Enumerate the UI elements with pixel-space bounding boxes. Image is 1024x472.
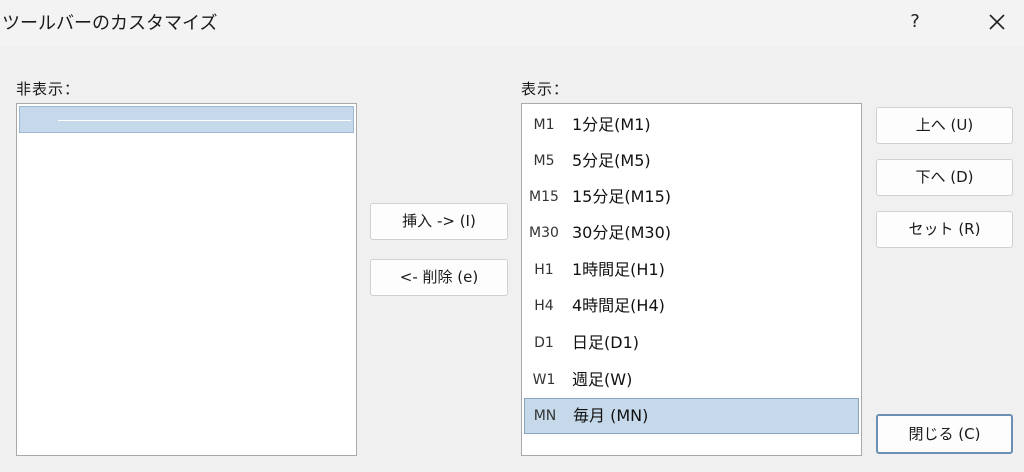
- timeframe-icon: M15: [529, 189, 559, 205]
- help-button[interactable]: ?: [898, 6, 932, 38]
- separator-line: [58, 120, 351, 121]
- hidden-items-list[interactable]: [16, 103, 357, 456]
- close-icon: [989, 14, 1005, 30]
- list-item[interactable]: H1 1時間足(H1): [524, 252, 859, 288]
- list-item-separator[interactable]: [19, 106, 354, 133]
- timeframe-icon: H1: [534, 262, 554, 278]
- timeframe-icon: M5: [533, 153, 555, 169]
- close-window-button[interactable]: [980, 6, 1014, 38]
- timeframe-icon: MN: [533, 408, 557, 424]
- timeframe-icon: M1: [533, 117, 555, 133]
- list-item[interactable]: M5 5分足(M5): [524, 143, 859, 179]
- list-item[interactable]: D1 日足(D1): [524, 325, 859, 361]
- list-item[interactable]: H4 4時間足(H4): [524, 288, 859, 324]
- list-item[interactable]: M30 30分足(M30): [524, 215, 859, 251]
- timeframe-icon: D1: [534, 335, 554, 351]
- move-up-button[interactable]: 上へ (U): [876, 107, 1013, 144]
- window-title: ツールバーのカスタマイズ: [2, 13, 218, 34]
- list-item-selected[interactable]: MN 毎月 (MN): [524, 398, 859, 434]
- title-bar: ツールバーのカスタマイズ ?: [0, 0, 1024, 46]
- list-item[interactable]: M15 15分足(M15): [524, 179, 859, 215]
- timeframe-icon: M30: [529, 225, 559, 241]
- list-item[interactable]: W1 週足(W): [524, 362, 859, 398]
- hidden-list-label: 非表示：: [16, 80, 81, 98]
- list-item[interactable]: M1 1分足(M1): [524, 107, 859, 143]
- list-item-label: 4時間足(H4): [572, 296, 665, 315]
- timeframe-icon: W1: [532, 372, 556, 388]
- close-button[interactable]: 閉じる (C): [876, 414, 1013, 454]
- shown-items-list[interactable]: M1 1分足(M1) M5 5分足(M5) M15 15分足(M15) M30 …: [521, 103, 862, 456]
- list-item-label: 5分足(M5): [572, 151, 651, 170]
- insert-button[interactable]: 挿入 -> (I): [370, 203, 508, 240]
- list-item-label: 週足(W): [572, 370, 633, 389]
- reset-button[interactable]: セット (R): [876, 211, 1013, 248]
- list-item-label: 30分足(M30): [572, 223, 672, 242]
- list-item-label: 1分足(M1): [572, 115, 651, 134]
- list-item-label: 毎月 (MN): [573, 406, 649, 425]
- shown-list-label: 表示：: [521, 80, 570, 98]
- remove-button[interactable]: <- 削除 (e): [370, 259, 508, 296]
- timeframe-icon: H4: [534, 298, 554, 314]
- list-item-label: 15分足(M15): [572, 187, 672, 206]
- list-item-label: 1時間足(H1): [572, 260, 665, 279]
- move-down-button[interactable]: 下へ (D): [876, 159, 1013, 196]
- list-item-label: 日足(D1): [572, 333, 639, 352]
